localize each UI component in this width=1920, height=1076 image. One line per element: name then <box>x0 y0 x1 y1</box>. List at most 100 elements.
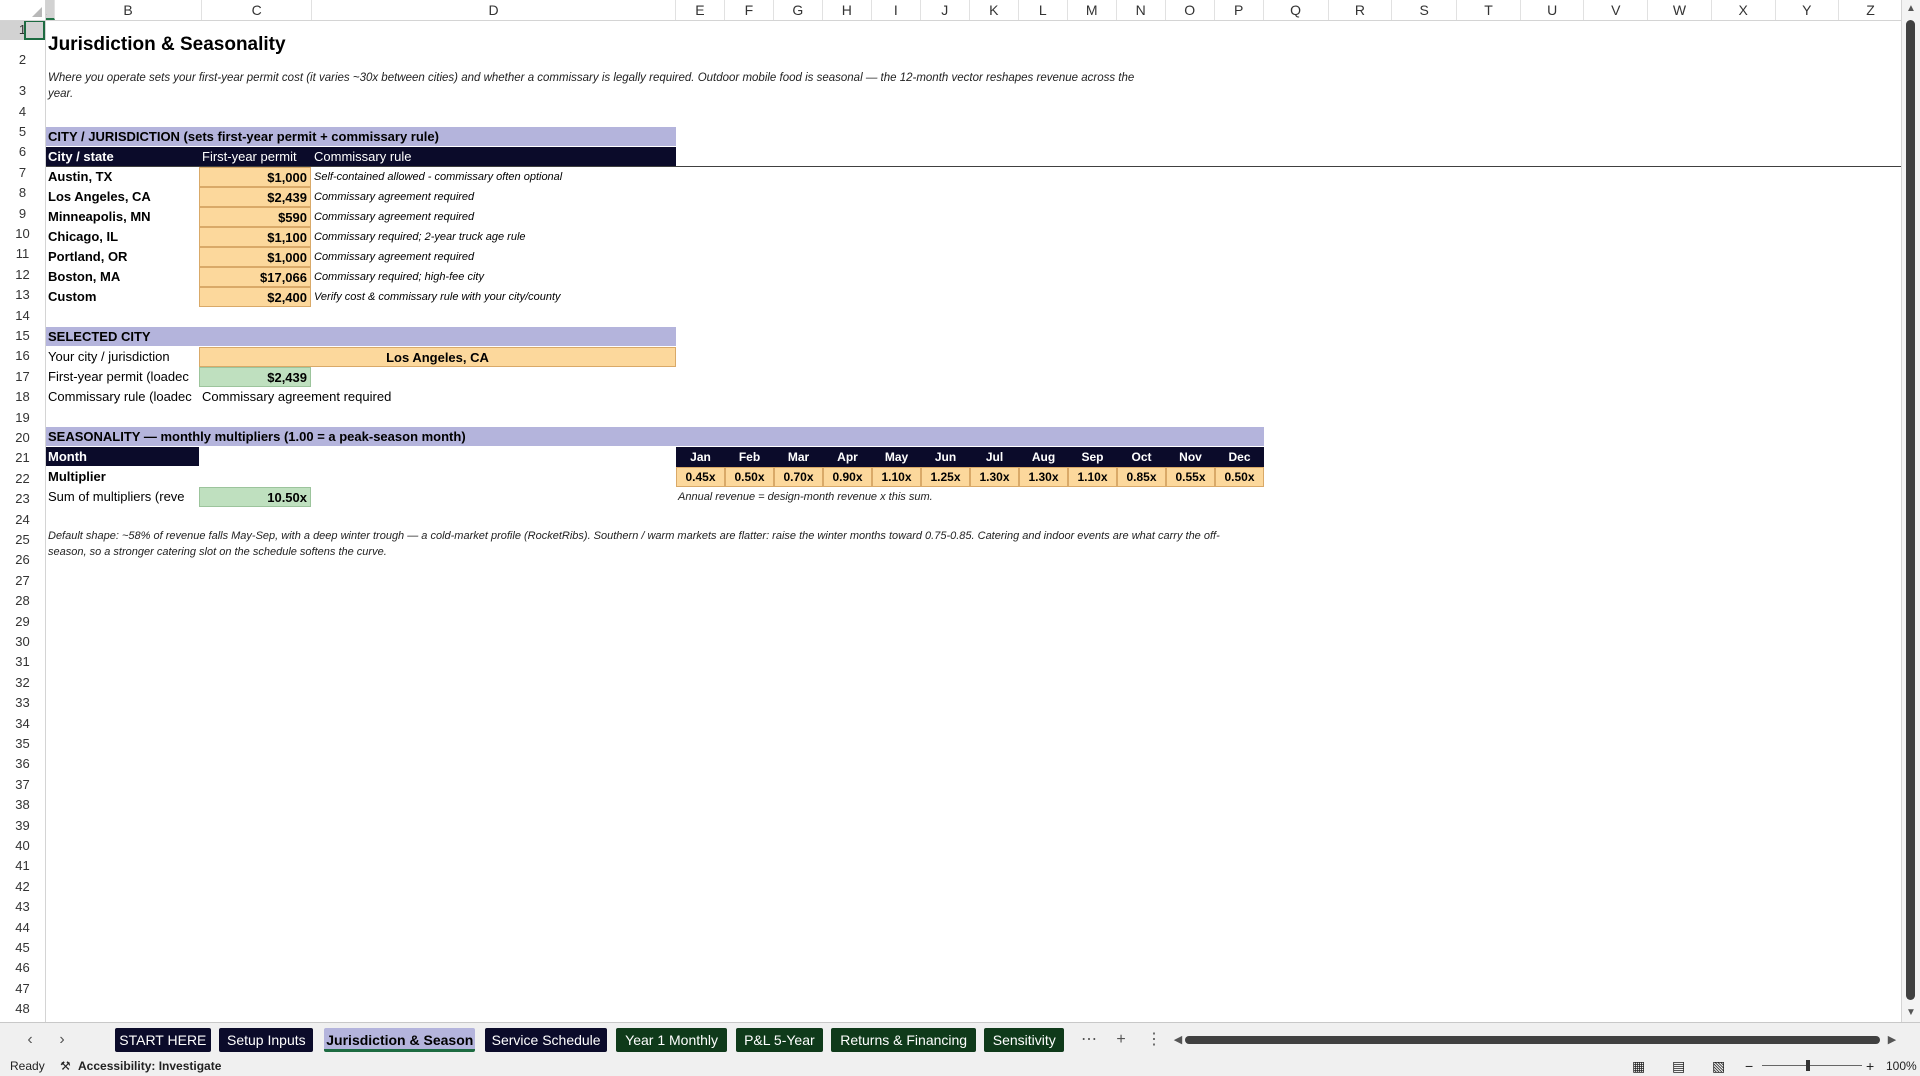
city-commissary-rule[interactable]: Commissary required; 2-year truck age ru… <box>314 227 526 247</box>
multiplier-may[interactable]: 1.10x <box>872 467 921 487</box>
row-header-37[interactable]: 37 <box>0 775 45 795</box>
row-header-22[interactable]: 22 <box>0 469 45 489</box>
row-header-26[interactable]: 26 <box>0 550 45 570</box>
column-header-v[interactable]: V <box>1584 0 1649 20</box>
row-header-18[interactable]: 18 <box>0 387 45 407</box>
options-icon[interactable]: ⋮ <box>1144 1028 1164 1052</box>
multiplier-oct[interactable]: 0.85x <box>1117 467 1166 487</box>
row-header-28[interactable]: 28 <box>0 591 45 611</box>
column-header-x[interactable]: X <box>1712 0 1776 20</box>
row-header-24[interactable]: 24 <box>0 510 45 530</box>
row-header-41[interactable]: 41 <box>0 856 45 876</box>
tab-start-here[interactable]: START HERE <box>115 1028 211 1052</box>
multiplier-mar[interactable]: 0.70x <box>774 467 823 487</box>
row-header-33[interactable]: 33 <box>0 693 45 713</box>
row-header-8[interactable]: 8 <box>0 183 45 203</box>
multiplier-jan[interactable]: 0.45x <box>676 467 725 487</box>
row-header-5[interactable]: 5 <box>0 122 45 142</box>
vertical-scrollbar[interactable]: ▲ ▼ <box>1901 0 1920 1022</box>
multiplier-nov[interactable]: 0.55x <box>1166 467 1215 487</box>
column-header-i[interactable]: I <box>872 0 921 20</box>
city-commissary-rule[interactable]: Verify cost & commissary rule with your … <box>314 287 561 307</box>
row-header-11[interactable]: 11 <box>0 244 45 264</box>
row-header-48[interactable]: 48 <box>0 999 45 1019</box>
column-header-m[interactable]: M <box>1068 0 1117 20</box>
row-header-32[interactable]: 32 <box>0 673 45 693</box>
column-header-e[interactable]: E <box>676 0 725 20</box>
row-header-15[interactable]: 15 <box>0 326 45 346</box>
row-header-40[interactable]: 40 <box>0 836 45 856</box>
scroll-down-icon[interactable]: ▼ <box>1902 1006 1920 1020</box>
row-header-34[interactable]: 34 <box>0 714 45 734</box>
row-header-2[interactable]: 2 <box>0 40 45 81</box>
row-header-14[interactable]: 14 <box>0 306 45 326</box>
scroll-up-icon[interactable]: ▲ <box>1902 2 1920 16</box>
sum-value[interactable]: 10.50x <box>199 487 311 507</box>
multiplier-sep[interactable]: 1.10x <box>1068 467 1117 487</box>
city-permit-input[interactable]: $2,439 <box>199 187 311 207</box>
row-header-9[interactable]: 9 <box>0 204 45 224</box>
city-permit-input[interactable]: $590 <box>199 207 311 227</box>
column-header-c[interactable]: C <box>202 0 313 20</box>
column-header-p[interactable]: P <box>1215 0 1264 20</box>
city-commissary-rule[interactable]: Commissary agreement required <box>314 247 474 267</box>
city-commissary-rule[interactable]: Commissary agreement required <box>314 187 474 207</box>
scroll-right-icon[interactable]: ▶ <box>1882 1028 1902 1052</box>
column-header-b[interactable]: B <box>55 0 203 20</box>
multiplier-aug[interactable]: 1.30x <box>1019 467 1068 487</box>
column-header-d[interactable]: D <box>312 0 676 20</box>
permit-loaded-value[interactable]: $2,439 <box>199 367 311 387</box>
zoom-out-icon[interactable]: − <box>1745 1056 1753 1076</box>
accessibility-status[interactable]: Accessibility: Investigate <box>78 1056 221 1076</box>
zoom-slider-handle[interactable] <box>1806 1060 1810 1071</box>
row-header-7[interactable]: 7 <box>0 163 45 183</box>
page-break-icon[interactable]: ▧ <box>1712 1056 1725 1076</box>
tab-p-l-5-year[interactable]: P&L 5-Year <box>735 1028 823 1052</box>
city-permit-input[interactable]: $2,400 <box>199 287 311 307</box>
prev-sheet-icon[interactable]: ‹ <box>20 1028 40 1052</box>
horizontal-scroll-thumb[interactable] <box>1185 1036 1880 1044</box>
row-header-4[interactable]: 4 <box>0 102 45 122</box>
row-header-19[interactable]: 19 <box>0 408 45 428</box>
row-header-29[interactable]: 29 <box>0 612 45 632</box>
row-header-35[interactable]: 35 <box>0 734 45 754</box>
row-header-30[interactable]: 30 <box>0 632 45 652</box>
city-permit-input[interactable]: $1,000 <box>199 167 311 187</box>
active-cell-a1[interactable] <box>24 20 45 40</box>
row-header-45[interactable]: 45 <box>0 938 45 958</box>
zoom-level[interactable]: 100% <box>1886 1056 1917 1076</box>
multiplier-apr[interactable]: 0.90x <box>823 467 872 487</box>
tab-jurisdiction-season[interactable]: Jurisdiction & Season <box>324 1028 476 1052</box>
select-all-corner[interactable] <box>0 0 46 21</box>
row-header-17[interactable]: 17 <box>0 367 45 387</box>
column-header-z[interactable]: Z <box>1839 0 1903 20</box>
column-header-k[interactable]: K <box>970 0 1019 20</box>
column-header-o[interactable]: O <box>1166 0 1215 20</box>
column-header-q[interactable]: Q <box>1264 0 1329 20</box>
your-city-dropdown[interactable]: Los Angeles, CA <box>199 347 676 367</box>
row-header-39[interactable]: 39 <box>0 816 45 836</box>
next-sheet-icon[interactable]: › <box>52 1028 72 1052</box>
tab-setup-inputs[interactable]: Setup Inputs <box>219 1028 314 1052</box>
column-header-g[interactable]: G <box>774 0 823 20</box>
row-header-3[interactable]: 3 <box>0 81 45 101</box>
worksheet-grid[interactable]: Jurisdiction & Seasonality Where you ope… <box>46 21 1901 1022</box>
tab-sensitivity[interactable]: Sensitivity <box>984 1028 1065 1052</box>
city-commissary-rule[interactable]: Commissary required; high-fee city <box>314 267 484 287</box>
column-header-h[interactable]: H <box>823 0 872 20</box>
row-header-23[interactable]: 23 <box>0 489 45 509</box>
row-header-10[interactable]: 10 <box>0 224 45 244</box>
city-permit-input[interactable]: $17,066 <box>199 267 311 287</box>
column-header-n[interactable]: N <box>1117 0 1166 20</box>
add-sheet-icon[interactable]: + <box>1111 1028 1131 1052</box>
row-header-36[interactable]: 36 <box>0 754 45 774</box>
row-header-20[interactable]: 20 <box>0 428 45 448</box>
page-layout-icon[interactable]: ▤ <box>1672 1056 1685 1076</box>
city-commissary-rule[interactable]: Self-contained allowed - commissary ofte… <box>314 167 562 187</box>
vertical-scroll-thumb[interactable] <box>1906 20 1915 1000</box>
row-header-31[interactable]: 31 <box>0 652 45 672</box>
row-header-46[interactable]: 46 <box>0 958 45 978</box>
normal-view-icon[interactable]: ▦ <box>1632 1056 1645 1076</box>
row-header-42[interactable]: 42 <box>0 877 45 897</box>
tab-returns-financing[interactable]: Returns & Financing <box>831 1028 976 1052</box>
